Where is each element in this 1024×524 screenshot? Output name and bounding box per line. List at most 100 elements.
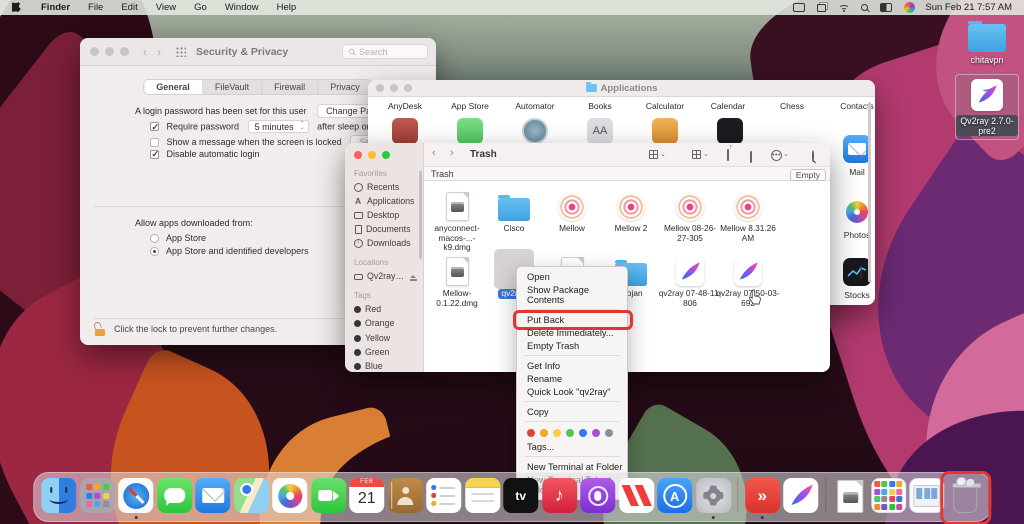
sidebar-item-documents[interactable]: Documents [354,224,411,234]
app-label[interactable]: Calendar [698,101,758,111]
tag-purple[interactable] [592,429,600,437]
zoom-button[interactable] [404,84,412,92]
menu-go[interactable]: Go [185,2,216,13]
file-mellow-2[interactable]: Mellow 2 [599,187,663,234]
minimize-button[interactable] [105,47,114,56]
dock-messages[interactable] [157,478,192,513]
app-stocks[interactable]: Stocks [827,258,887,300]
identified-developers-radio[interactable] [150,247,159,256]
app-label[interactable]: App Store [440,101,500,111]
file-anyconnect-dmg[interactable]: anyconnect-macos-...-k9.dmg [425,187,489,253]
back-button[interactable]: ‹ [143,45,147,59]
menu-view[interactable]: View [147,2,185,13]
menu-item-delete-immediately[interactable]: Delete Immediately... [517,326,627,339]
menu-window[interactable]: Window [216,2,268,13]
dock-applications-stack[interactable] [871,478,906,513]
file-mellow-4[interactable]: Mellow 8.31.26 AM [716,187,780,243]
wifi-icon[interactable] [838,4,849,12]
show-message-checkbox[interactable] [150,138,159,147]
dock-system-preferences[interactable] [696,478,731,513]
sidebar-item-applications[interactable]: Applications [354,196,414,206]
tag-red[interactable] [527,429,535,437]
dock-reminders[interactable] [426,478,461,513]
menu-item-get-info[interactable]: Get Info [517,359,627,372]
disable-auto-login-checkbox[interactable] [150,150,159,159]
dock-qv2ray[interactable] [783,478,818,513]
require-interval-select[interactable]: 5 minutes [248,120,309,133]
search-field[interactable]: Search [342,44,428,59]
menu-item-quick-look[interactable]: Quick Look "qv2ray" [517,385,627,398]
dock-tv[interactable]: tv [503,478,538,513]
app-icon[interactable]: AA [587,118,613,144]
menu-item-open[interactable]: Open [517,270,627,283]
app-label[interactable]: Automator [505,101,565,111]
dock-desktop-stack[interactable] [909,478,944,513]
menu-item-rename[interactable]: Rename [517,372,627,385]
spotlight-icon[interactable] [861,4,868,11]
dock-trash[interactable] [948,478,983,513]
app-label[interactable]: Contacts [827,101,887,111]
app-store-radio[interactable] [150,234,159,243]
menu-finder[interactable]: Finder [32,2,79,13]
app-icon[interactable] [392,118,418,144]
input-source-icon[interactable] [793,3,805,12]
tab-general[interactable]: General [144,80,203,94]
dock-calendar[interactable]: FEB21 [349,478,384,513]
dock-anydesk[interactable]: » [745,478,780,513]
dock-finder[interactable] [41,478,76,513]
dock-safari[interactable] [118,478,153,513]
sidebar-scrollbar[interactable] [419,171,422,259]
stacked-windows-icon[interactable] [817,4,826,12]
menu-item-show-package-contents[interactable]: Show Package Contents [517,283,627,306]
sidebar-tag-green[interactable]: Green [354,347,389,357]
dock-music[interactable]: ♪ [542,478,577,513]
dock-app-store[interactable]: A [657,478,692,513]
app-icon[interactable] [717,118,743,144]
minimize-button[interactable] [390,84,398,92]
app-icon[interactable] [522,118,548,144]
app-photos[interactable]: Photos [827,198,887,240]
tab-filevault[interactable]: FileVault [203,80,262,94]
app-label[interactable]: Chess [762,101,822,111]
forward-button[interactable]: › [157,45,161,59]
tag-orange[interactable] [540,429,548,437]
siri-icon[interactable] [904,2,915,13]
zoom-button[interactable] [120,47,129,56]
app-label[interactable]: Books [570,101,630,111]
menu-item-copy[interactable]: Copy [517,405,627,418]
file-cisco-folder[interactable]: Cisco [482,187,546,234]
desktop-icon-chitavpn[interactable]: chitavpn [955,24,1019,65]
app-icon[interactable] [457,118,483,144]
apple-menu-icon[interactable] [12,2,22,14]
dock-news[interactable] [619,478,654,513]
file-qv2ray-3[interactable]: qv2ray 07-50-03-692 [716,252,780,308]
menu-item-empty-trash[interactable]: Empty Trash [517,339,627,352]
tag-gray[interactable] [605,429,613,437]
sidebar-item-desktop[interactable]: Desktop [354,210,399,220]
tag-yellow[interactable] [553,429,561,437]
app-label[interactable]: Calculator [635,101,695,111]
dock-contacts[interactable] [388,478,423,513]
dock-facetime[interactable] [311,478,346,513]
empty-trash-button[interactable]: Empty [790,169,826,181]
sidebar-tag-red[interactable]: Red [354,304,381,314]
dock-photos[interactable] [272,478,307,513]
sidebar-tag-orange[interactable]: Orange [354,318,394,328]
menu-file[interactable]: File [79,2,112,13]
display-icon[interactable] [880,3,892,12]
dock-mail[interactable] [195,478,230,513]
menu-bar-clock[interactable]: Sun Feb 21 7:57 AM [925,2,1012,13]
app-icon[interactable] [652,118,678,144]
tab-firewall[interactable]: Firewall [262,80,318,94]
menu-help[interactable]: Help [268,2,306,13]
unlock-icon[interactable] [94,322,106,336]
tag-green[interactable] [566,429,574,437]
file-qv2ray-2[interactable]: qv2ray 07-48-11-806 [658,252,722,308]
close-button[interactable] [90,47,99,56]
menu-item-tags[interactable]: Tags... [517,440,627,453]
sidebar-item-downloads[interactable]: Downloads [354,238,411,248]
file-mellow-3[interactable]: Mellow 08-26-27-305 [658,187,722,243]
file-mellow-dmg[interactable]: Mellow-0.1.22.dmg [425,252,489,308]
menu-item-put-back[interactable]: Put Back [517,313,627,326]
minimize-button[interactable] [368,151,376,159]
